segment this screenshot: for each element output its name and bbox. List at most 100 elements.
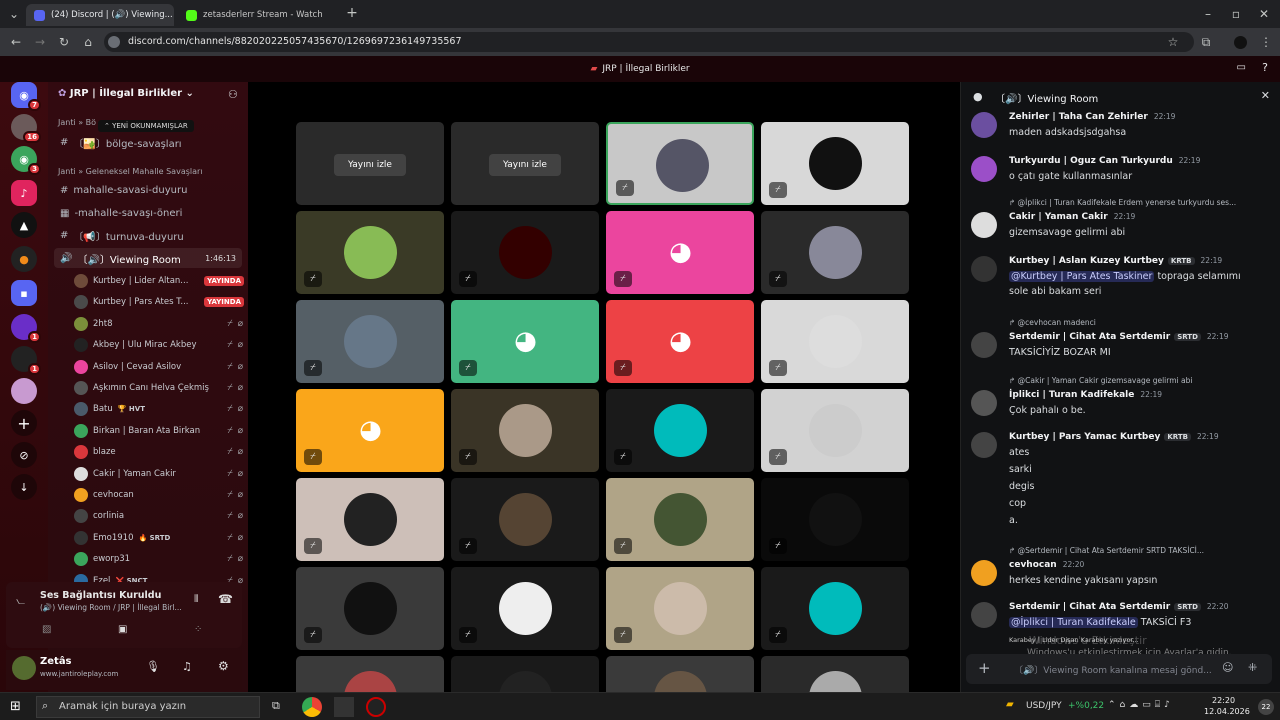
voice-user[interactable]: Birkan | Baran Ata Birkan ⌿ ⌀ — [74, 421, 244, 441]
server-icon[interactable]: 1 — [11, 346, 41, 375]
new-tab-button[interactable]: + — [344, 5, 360, 21]
message-author[interactable]: cevhocan 22:20 — [1009, 560, 1084, 570]
avatar[interactable] — [971, 332, 997, 358]
channel-viewing-room[interactable]: 🔊 〔🔊〕Viewing Room 1:46:13 — [54, 248, 242, 268]
server-icon[interactable]: 1 — [11, 314, 41, 343]
avatar[interactable] — [971, 390, 997, 416]
video-tile[interactable]: ◕ ⌿ — [606, 300, 754, 383]
home-icon[interactable]: ⌂ — [80, 34, 96, 50]
add-server-icon[interactable]: + — [11, 410, 37, 436]
start-icon[interactable]: ⊞ — [10, 699, 21, 714]
avatar[interactable] — [971, 156, 997, 182]
video-tile[interactable]: ⌿ — [606, 122, 754, 205]
settings-gear-icon[interactable]: ⚙ — [218, 659, 229, 673]
video-tile[interactable]: ⌿ — [606, 656, 754, 692]
avatar[interactable] — [971, 212, 997, 238]
direct-messages-icon[interactable]: ◉ 7 — [11, 82, 41, 111]
add-member-icon[interactable]: ⚇ — [228, 88, 238, 101]
folder-icon[interactable]: ▪ — [11, 280, 37, 306]
apps-icon[interactable]: ⁜ — [1248, 661, 1257, 674]
tab-list-icon[interactable]: ⌄ — [6, 6, 22, 22]
chrome-taskbar-icon[interactable] — [302, 697, 322, 717]
video-tile[interactable]: ⌿ — [296, 567, 444, 650]
video-tile[interactable]: ⌿ — [761, 567, 909, 650]
reply-preview[interactable]: ↱ @Cakir | Yaman Cakir gizemsavage gelir… — [1009, 376, 1192, 385]
voice-user[interactable]: eworp31 ⌿ ⌀ — [74, 549, 244, 569]
voice-user[interactable]: Batu 🏆 HVT ⌿ ⌀ — [74, 399, 244, 419]
tab-discord[interactable]: (24) Discord | (🔊) Viewing... — [26, 4, 174, 26]
message-author[interactable]: İplikci | Turan Kadifekale 22:19 — [1009, 390, 1162, 400]
camera-icon[interactable]: ▨ — [42, 624, 51, 635]
app-taskbar-icon[interactable] — [366, 697, 386, 717]
server-header[interactable]: ✿ JRP | İllegal Birlikler ⌄ — [58, 88, 194, 99]
video-tile[interactable]: Yayını izle — [296, 122, 444, 205]
category-header[interactable]: Janti » Geleneksel Mahalle Savaşları — [58, 167, 203, 176]
back-icon[interactable]: ← — [8, 34, 24, 50]
voice-user[interactable]: Cakir | Yaman Cakir ⌿ ⌀ — [74, 464, 244, 484]
system-tray-icons[interactable]: ⌃⌂☁▭⌸♪ — [1108, 700, 1174, 710]
reply-preview[interactable]: ↱ @Sertdemir | Cihat Ata Sertdemir SRTD … — [1009, 546, 1204, 555]
message-author[interactable]: Sertdemir | Cihat Ata Sertdemir SRTD 22:19 — [1009, 332, 1229, 342]
video-tile[interactable]: ◕ ⌿ — [606, 211, 754, 294]
channel-bolge-savaslari[interactable]: # 〔🏜️〕bölge-savaşları — [54, 132, 242, 152]
inbox-icon[interactable]: ▭ — [1237, 62, 1246, 73]
reply-preview[interactable]: ↱ @cevhocan madenci — [1009, 318, 1096, 327]
voice-user[interactable]: blaze ⌿ ⌀ — [74, 442, 244, 462]
forward-icon[interactable]: → — [32, 34, 48, 50]
channel-mahalle-savasi-duyuru[interactable]: # mahalle-savasi-duyuru — [54, 180, 242, 200]
clock-time[interactable]: 22:20 — [1212, 696, 1235, 705]
message-author[interactable]: Cakir | Yaman Cakir 22:19 — [1009, 212, 1135, 222]
tab-stream[interactable]: zetasderlerr Stream - Watch Li... — [178, 4, 326, 26]
voice-user[interactable]: Asilov | Cevad Asilov ⌿ ⌀ — [74, 357, 244, 377]
voice-user[interactable]: Emo1910 🔥 SRTD ⌿ ⌀ — [74, 528, 244, 548]
watch-stream-button[interactable]: Yayını izle — [489, 154, 561, 176]
server-icon[interactable]: ● — [11, 246, 37, 272]
voice-location[interactable]: (🔊) Viewing Room / JRP | İllegal Birl... — [40, 603, 182, 612]
extensions-icon[interactable]: ⧉ — [1198, 34, 1214, 50]
avatar[interactable] — [971, 432, 997, 458]
app-taskbar-icon[interactable] — [334, 697, 354, 717]
video-tile[interactable]: ⌿ — [761, 211, 909, 294]
avatar[interactable] — [971, 602, 997, 628]
voice-user[interactable]: Kurtbey | Pars Ates T... YAYINDA — [74, 292, 244, 312]
help-icon[interactable]: ? — [1262, 61, 1268, 74]
video-tile[interactable]: ⌿ — [451, 567, 599, 650]
ticker-symbol[interactable]: USD/JPY — [1026, 701, 1062, 711]
screen-share-icon[interactable]: ▣ — [118, 624, 127, 635]
message-input-box[interactable]: + 〔🔊〕Viewing Room kanalına mesaj gönd...… — [966, 654, 1272, 684]
video-tile[interactable]: ⌿ — [296, 656, 444, 692]
video-tile[interactable]: ⌿ — [761, 478, 909, 561]
video-tile[interactable]: ⌿ — [606, 567, 754, 650]
add-attachment-icon[interactable]: + — [978, 659, 991, 677]
server-icon[interactable]: ▲ — [11, 212, 37, 238]
server-icon[interactable] — [11, 378, 37, 404]
avatar[interactable] — [971, 560, 997, 586]
microphone-icon[interactable]: 🎙 — [146, 660, 160, 673]
video-tile[interactable]: ⌿ — [451, 656, 599, 692]
clock-date[interactable]: 12.04.2026 — [1204, 707, 1250, 716]
avatar[interactable] — [12, 656, 36, 680]
video-tile[interactable]: ⌿ — [761, 122, 909, 205]
video-tile[interactable]: ⌿ — [451, 211, 599, 294]
user-mention[interactable]: @İplikci | Turan Kadifekale — [1009, 617, 1138, 628]
user-mention[interactable]: @Kurtbey | Pars Ates Taskiner — [1009, 271, 1155, 282]
message-author[interactable]: Kurtbey | Aslan Kuzey Kurtbey KRTB 22:19 — [1009, 256, 1222, 266]
voice-user[interactable]: corlinia ⌿ ⌀ — [74, 506, 244, 526]
bookmark-star-icon[interactable]: ☆ — [1165, 34, 1181, 50]
voice-status[interactable]: Ses Bağlantısı Kuruldu — [40, 590, 161, 601]
server-icon[interactable]: ♪ — [11, 180, 37, 206]
video-tile[interactable]: ⌿ — [761, 656, 909, 692]
video-tile[interactable]: ⌿ — [451, 478, 599, 561]
video-tile[interactable]: ◕ ⌿ — [451, 300, 599, 383]
voice-user[interactable]: 2ht8 ⌿ ⌀ — [74, 314, 244, 334]
video-tile[interactable]: Yayını izle — [451, 122, 599, 205]
video-tile[interactable]: ⌿ — [606, 478, 754, 561]
activity-icon[interactable]: ⁘ — [194, 624, 202, 635]
video-tile[interactable]: ⌿ — [296, 300, 444, 383]
disconnect-icon[interactable]: ☎ — [218, 592, 233, 606]
server-icon[interactable]: 16 — [11, 114, 41, 143]
avatar[interactable] — [971, 256, 997, 282]
site-info-icon[interactable] — [108, 36, 120, 48]
menu-icon[interactable]: ⋮ — [1258, 34, 1274, 50]
voice-user[interactable]: Kurtbey | Lider Altan... YAYINDA — [74, 271, 244, 291]
